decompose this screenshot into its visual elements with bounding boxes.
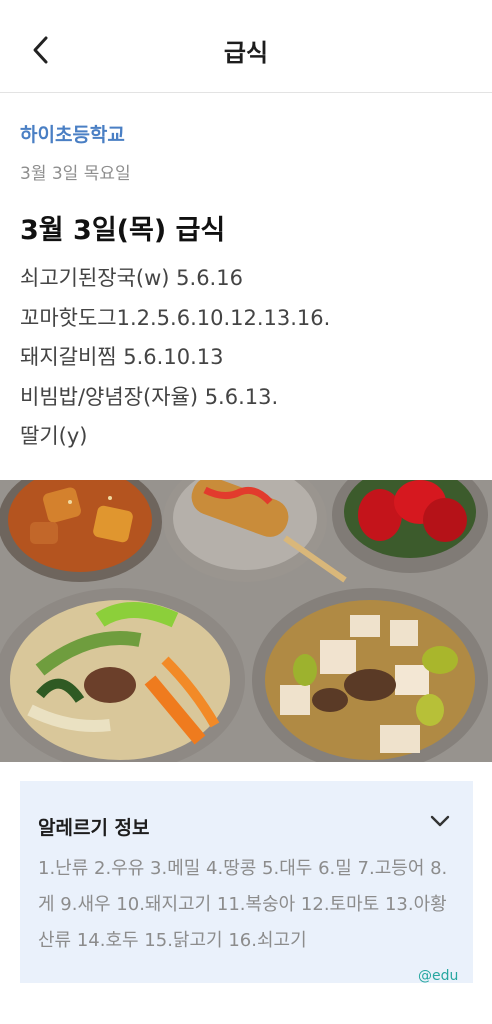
meal-photo bbox=[0, 480, 492, 762]
allergy-list: 1.난류 2.우유 3.메밀 4.땅콩 5.대두 6.밀 7.고등어 8.게 9… bbox=[38, 858, 448, 951]
watermark: @edu bbox=[418, 968, 459, 984]
menu-item: 쇠고기된장국(w) 5.6.16 bbox=[20, 266, 243, 290]
allergy-panel: 알레르기 정보 1.난류 2.우유 3.메밀 4.땅콩 5.대두 6.밀 7.고… bbox=[20, 781, 473, 983]
meal-title: 3월 3일(목) 급식 bbox=[20, 215, 226, 246]
school-name: 하이초등학교 bbox=[20, 124, 125, 146]
menu-item: 꼬마핫도그1.2.5.6.10.12.13.16. bbox=[20, 305, 331, 330]
meal-date: 3월 3일 목요일 bbox=[20, 164, 131, 184]
menu-list: 쇠고기된장국(w) 5.6.16 꼬마핫도그1.2.5.6.10.12.13.1… bbox=[20, 261, 330, 459]
menu-item: 돼지갈비찜 5.6.10.13 bbox=[20, 345, 224, 369]
menu-item: 딸기(y) bbox=[20, 424, 88, 448]
allergy-title: 알레르기 정보 bbox=[38, 817, 150, 839]
page-title: 급식 bbox=[223, 39, 269, 67]
menu-item: 비빔밥/양념장(자율) 5.6.13. bbox=[20, 384, 279, 409]
app-header: 급식 bbox=[0, 0, 492, 93]
chevron-down-icon[interactable] bbox=[429, 811, 451, 831]
meal-photo-illustration bbox=[0, 480, 492, 762]
